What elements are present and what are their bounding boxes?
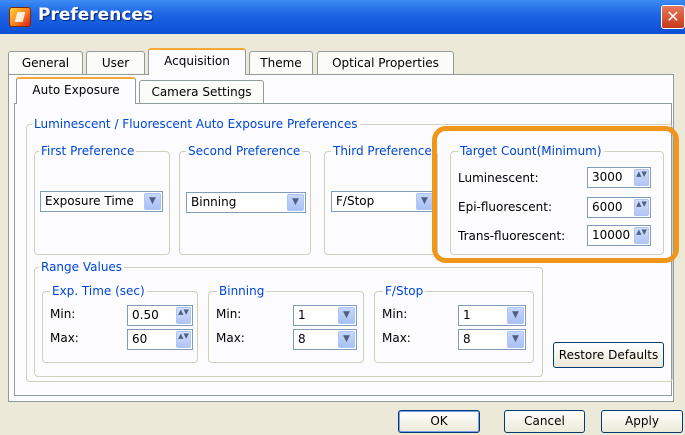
exp-time-min-value: 0.50 (132, 308, 159, 322)
binning-max-value: 8 (298, 332, 306, 346)
epi-fluorescent-value: 6000 (592, 200, 623, 214)
binning-min-select[interactable]: 1 ▼ (293, 305, 357, 326)
exp-time-max-input[interactable]: 60 ▲▼ (127, 329, 193, 350)
title-bar: Preferences ✕ (0, 0, 685, 34)
exp-time-group: Exp. Time (sec) (42, 284, 198, 363)
tab-camera-settings[interactable]: Camera Settings (139, 80, 264, 104)
exp-time-min-input[interactable]: 0.50 ▲▼ (127, 305, 193, 326)
chevron-down-icon: ▼ (287, 194, 304, 211)
range-values-label: Range Values (39, 260, 125, 274)
luminescent-input[interactable]: 3000 ▲▼ (587, 167, 651, 188)
fstop-group: F/Stop (374, 284, 534, 363)
close-button[interactable]: ✕ (661, 5, 685, 29)
tab-general[interactable]: General (8, 51, 83, 75)
chevron-down-icon: ▼ (416, 193, 433, 210)
binning-max-label: Max: (216, 331, 245, 345)
third-preference-select[interactable]: F/Stop ▼ (331, 191, 435, 212)
spin-arrows-icon[interactable]: ▲▼ (176, 307, 191, 324)
chevron-down-icon: ▼ (338, 331, 355, 348)
window-title: Preferences (38, 5, 154, 25)
chevron-down-icon: ▼ (144, 193, 161, 210)
close-icon: ✕ (666, 7, 680, 26)
chevron-down-icon: ▼ (338, 307, 355, 324)
tab-theme[interactable]: Theme (249, 51, 313, 75)
third-preference-label: Third Preference (331, 144, 434, 158)
fstop-min-value: 1 (463, 308, 471, 322)
spin-arrows-icon[interactable]: ▲▼ (634, 227, 649, 244)
chevron-down-icon: ▼ (507, 307, 524, 324)
app-logo-icon (9, 7, 31, 27)
target-count-label: Target Count(Minimum) (458, 144, 604, 158)
spin-arrows-icon[interactable]: ▲▼ (176, 331, 191, 348)
binning-min-label: Min: (216, 307, 242, 321)
luminescent-value: 3000 (592, 170, 623, 184)
second-preference-select[interactable]: Binning ▼ (186, 192, 306, 213)
tab-auto-exposure[interactable]: Auto Exposure (16, 77, 136, 104)
exp-time-min-label: Min: (50, 307, 76, 321)
first-preference-label: First Preference (39, 144, 137, 158)
fstop-label: F/Stop (383, 284, 426, 298)
third-preference-value: F/Stop (336, 194, 375, 208)
binning-max-select[interactable]: 8 ▼ (293, 329, 357, 350)
luminescent-label: Luminescent: (458, 171, 539, 185)
cancel-button[interactable]: Cancel (504, 410, 585, 433)
second-preference-label: Second Preference (186, 144, 303, 158)
tab-user[interactable]: User (86, 51, 145, 75)
epi-fluorescent-label: Epi-fluorescent: (458, 200, 553, 214)
auto-exposure-group-title: Luminescent / Fluorescent Auto Exposure … (32, 117, 360, 131)
binning-min-value: 1 (298, 308, 306, 322)
epi-fluorescent-input[interactable]: 6000 ▲▼ (587, 197, 651, 218)
trans-fluorescent-value: 10000 (592, 228, 631, 242)
fstop-max-label: Max: (382, 331, 411, 345)
ok-button[interactable]: OK (398, 410, 480, 433)
first-preference-select[interactable]: Exposure Time ▼ (40, 191, 163, 212)
exp-time-max-label: Max: (50, 331, 79, 345)
fstop-min-label: Min: (382, 307, 408, 321)
second-preference-value: Binning (191, 195, 237, 209)
binning-group: Binning (208, 284, 364, 363)
apply-button[interactable]: Apply (601, 410, 683, 433)
trans-fluorescent-input[interactable]: 10000 ▲▼ (587, 225, 651, 246)
fstop-min-select[interactable]: 1 ▼ (458, 305, 526, 326)
spin-arrows-icon[interactable]: ▲▼ (634, 199, 649, 216)
restore-defaults-button[interactable]: Restore Defaults (553, 342, 664, 368)
fstop-max-value: 8 (463, 332, 471, 346)
binning-label: Binning (217, 284, 267, 298)
trans-fluorescent-label: Trans-fluorescent: (458, 229, 566, 243)
fstop-max-select[interactable]: 8 ▼ (458, 329, 526, 350)
tab-acquisition[interactable]: Acquisition (148, 48, 246, 75)
tab-optical-properties[interactable]: Optical Properties (317, 51, 454, 75)
first-preference-value: Exposure Time (45, 194, 134, 208)
exp-time-label: Exp. Time (sec) (50, 284, 147, 298)
spin-arrows-icon[interactable]: ▲▼ (634, 169, 649, 186)
chevron-down-icon: ▼ (507, 331, 524, 348)
exp-time-max-value: 60 (132, 332, 148, 346)
